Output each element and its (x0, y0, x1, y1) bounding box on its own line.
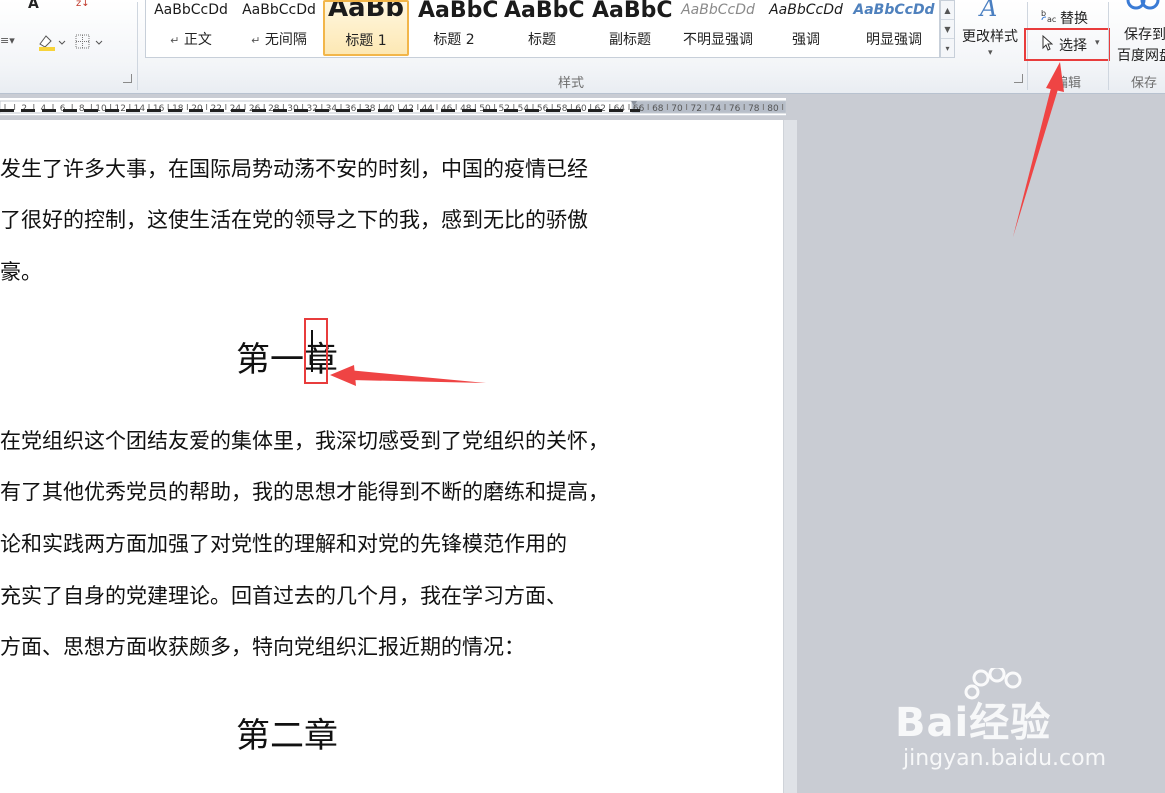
style-title[interactable]: AaBbC 标题 (499, 0, 585, 56)
replace-icon: b ac (1040, 8, 1058, 24)
styles-gallery: AaBbCcDd ↵ 正文 AaBbCcDd ↵ 无间隔 AaBb 标题 1 A… (145, 0, 940, 58)
style-sample: AaBbCcDd (242, 2, 316, 18)
body-paragraph-line: 在党组织这个团结友爱的集体里，我深切感受到了党组织的关怀， (0, 429, 609, 453)
ruler-tick-label: 74 (710, 104, 722, 114)
styles-gallery-scroller[interactable]: ▲ ▼ ▾ (940, 0, 955, 58)
style-no-spacing[interactable]: AaBbCcDd ↵ 无间隔 (236, 0, 322, 56)
para-mark: ↵ (170, 34, 180, 47)
style-name: 强调 (792, 32, 820, 48)
group-separator (137, 2, 138, 90)
style-normal[interactable]: AaBbCcDd ↵ 正文 (148, 0, 234, 56)
style-name: 明显强调 (866, 32, 922, 48)
gallery-more-icon[interactable]: ▾ (941, 39, 954, 58)
change-styles-dropdown-icon[interactable]: ▾ (988, 48, 993, 58)
replace-button[interactable]: 替换 (1060, 8, 1088, 28)
borders-icon[interactable] (74, 33, 106, 51)
style-sample: AaBbCcDd (853, 2, 935, 18)
styles-dialog-launcher[interactable] (1014, 74, 1023, 83)
body-paragraph-line: 有了其他优秀党员的帮助，我的思想才能得到不断的磨练和提高， (0, 480, 609, 504)
ruler-tick-label: 80 (767, 104, 779, 114)
baidu-jingyan-watermark: Bai经验 jingyan.baidu.com (895, 668, 1145, 778)
font-color-icon[interactable]: A (28, 0, 52, 11)
style-name: 标题 2 (433, 32, 475, 48)
style-name-wrap: ↵ 正文 (148, 29, 234, 49)
style-name: 副标题 (609, 32, 651, 48)
style-name: 标题 (528, 32, 556, 48)
group-separator (1108, 2, 1109, 90)
style-name: 正文 (183, 32, 212, 48)
save-to-baidu-line1[interactable]: 保存到 (1124, 24, 1165, 44)
style-emphasis[interactable]: AaBbCcDd 强调 (763, 0, 849, 56)
watermark-brand: Bai经验 (895, 700, 1052, 746)
clipped-text-line (0, 106, 640, 112)
body-paragraph-line: 发生了许多大事，在国际局势动荡不安的时刻，中国的疫情已经 (0, 157, 588, 181)
style-name: 不明显强调 (683, 32, 753, 48)
style-name-wrap: ↵ 无间隔 (236, 29, 322, 49)
ribbon: A z↓ ≡▾ AaBbCcDd ↵ 正文 AaBbCcDd ↵ 无间隔 AaB… (0, 0, 1165, 94)
ruler-tick-label: 70 (671, 104, 683, 114)
style-sample: AaBbC (592, 0, 673, 23)
body-paragraph-line: 论和实践两方面加强了对党性的理解和对党的先锋模范作用的 (0, 532, 567, 556)
ruler-tick-label: 72 (690, 104, 701, 114)
save-group-label: 保存 (1131, 76, 1158, 91)
save-to-baidu-line2[interactable]: 百度网盘 (1117, 45, 1165, 65)
body-paragraph-line: 了很好的控制，这使生活在党的领导之下的我，感到无比的骄傲 (0, 208, 588, 232)
style-sample: AaBbCcDd (681, 2, 755, 18)
watermark-url: jingyan.baidu.com (903, 746, 1107, 771)
shading-icon[interactable] (36, 32, 66, 52)
gallery-up-icon[interactable]: ▲ (941, 1, 954, 20)
body-paragraph-line: 方面、思想方面收获颇多，特向党组织汇报近期的情况： (0, 635, 525, 659)
baidu-cloud-icon[interactable] (1126, 0, 1160, 12)
paragraph-dialog-launcher[interactable] (123, 74, 132, 83)
style-subtle-emphasis[interactable]: AaBbCcDd 不明显强调 (675, 0, 761, 56)
para-mark: ↵ (251, 34, 261, 47)
select-highlight-box (1024, 28, 1110, 61)
ruler-tick-label: 76 (729, 104, 741, 114)
ruler-tick-label: 78 (748, 104, 760, 114)
style-heading2[interactable]: AaBbC 标题 2 (411, 0, 497, 56)
document-page[interactable]: 发生了许多大事，在国际局势动荡不安的时刻，中国的疫情已经 了很好的控制，这使生活… (0, 109, 783, 793)
style-heading1[interactable]: AaBb 标题 1 (323, 0, 409, 56)
style-sample: AaBb (327, 0, 405, 23)
sort-icon[interactable]: z↓ (76, 0, 100, 10)
change-styles-icon[interactable]: A (980, 0, 1006, 22)
style-sample: AaBbC (504, 0, 585, 23)
body-paragraph-line: 豪。 (0, 260, 42, 284)
body-paragraph-line: 充实了自身的党建理论。回首过去的几个月，我在学习方面、 (0, 584, 567, 608)
gallery-down-icon[interactable]: ▼ (941, 20, 954, 39)
word-window: A z↓ ≡▾ AaBbCcDd ↵ 正文 AaBbCcDd ↵ 无间隔 AaB… (0, 0, 1165, 793)
style-sample: AaBbC (418, 0, 497, 23)
style-name: 标题 1 (345, 33, 387, 49)
cursor-highlight-box (304, 318, 328, 384)
list-dropdown-icon[interactable]: ≡▾ (0, 34, 22, 50)
change-styles-button[interactable]: 更改样式 (962, 26, 1018, 46)
vertical-scrollbar[interactable] (783, 120, 797, 793)
style-name: 无间隔 (264, 32, 307, 48)
style-subtitle[interactable]: AaBbC 副标题 (587, 0, 673, 56)
heading-chapter-2[interactable]: 第二章 (236, 708, 338, 757)
style-intense-emphasis[interactable]: AaBbCcDd 明显强调 (851, 0, 937, 56)
ruler-tick-label: 68 (652, 104, 664, 114)
editing-group-label: 编辑 (1055, 76, 1082, 91)
styles-group-label: 样式 (558, 76, 585, 91)
svg-text:ac: ac (1047, 15, 1056, 24)
style-sample: AaBbCcDd (769, 2, 843, 18)
style-sample: AaBbCcDd (154, 2, 228, 18)
